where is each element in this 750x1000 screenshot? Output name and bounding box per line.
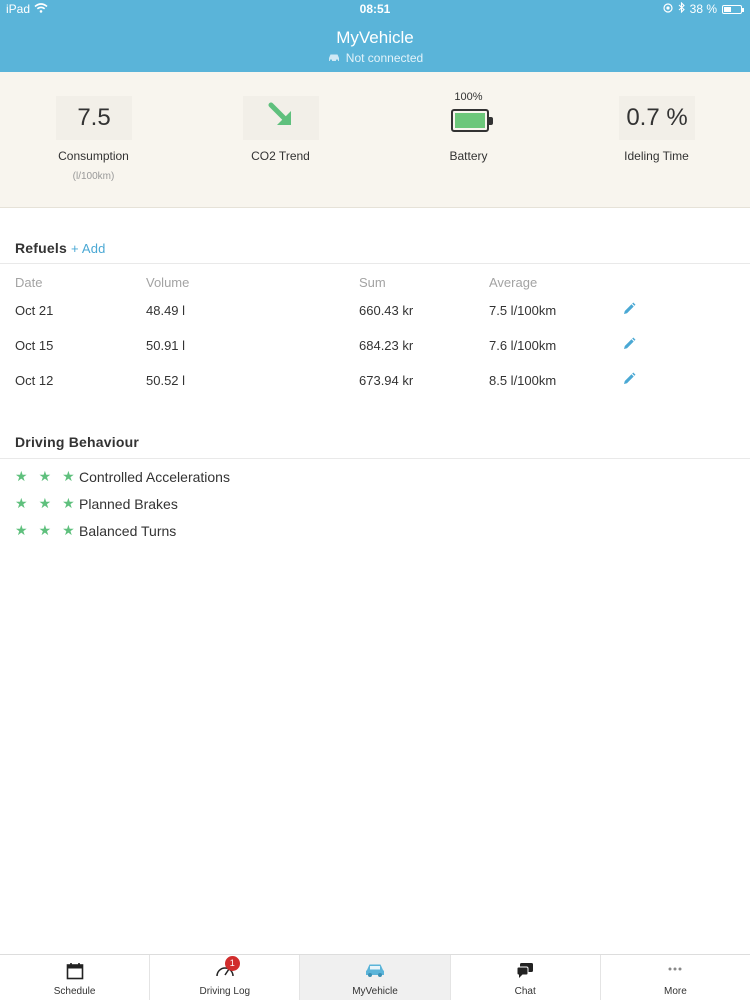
battery-level-text: 100% (454, 91, 483, 103)
more-icon (667, 962, 683, 979)
driving-behaviour-title: Driving Behaviour (15, 434, 139, 450)
column-volume: Volume (146, 275, 190, 290)
column-sum: Sum (359, 275, 386, 290)
pencil-icon[interactable] (622, 372, 636, 389)
consumption-label: Consumption (58, 149, 129, 163)
divider (0, 263, 750, 264)
tab-chat[interactable]: Chat (451, 955, 601, 1000)
behaviour-label: Balanced Turns (79, 523, 177, 539)
star-icon: ★ (38, 522, 52, 538)
pencil-icon[interactable] (622, 337, 636, 354)
column-average: Average (489, 275, 538, 290)
bluetooth-icon (678, 1, 685, 16)
behaviour-item: ★ ★ ★ Balanced Turns (0, 522, 750, 544)
tab-driving-log[interactable]: 1 Driving Log (150, 955, 301, 1000)
app: iPad 08:51 38 % MyVehicle Not connected … (0, 0, 750, 1000)
connection-status-text: Not connected (345, 51, 424, 65)
notification-badge: 1 (224, 956, 240, 971)
connection-status: Not connected (0, 51, 750, 65)
refuel-average: 7.5 l/100km (489, 303, 557, 318)
tab-bar: Schedule 1 Driving Log MyVehicle Chat Mo… (0, 954, 750, 1000)
refuel-sum: 684.23 kr (359, 338, 414, 353)
car-icon (327, 51, 341, 65)
consumption-unit: (l/100km) (72, 171, 115, 182)
behaviour-item: ★ ★ ★ Controlled Accelerations (0, 468, 750, 490)
behaviour-item: ★ ★ ★ Planned Brakes (0, 495, 750, 517)
arrow-down-right-icon (266, 100, 296, 137)
refuel-average: 7.6 l/100km (489, 338, 557, 353)
page-title: MyVehicle (336, 28, 414, 47)
refuel-sum: 660.43 kr (359, 303, 414, 318)
refuel-date: Oct 15 (15, 338, 54, 353)
tab-label: Chat (514, 986, 536, 997)
star-icon: ★ (15, 468, 28, 484)
star-rating: ★ ★ ★ (15, 468, 75, 485)
add-refuel-button[interactable]: + Add (71, 241, 106, 256)
idling-value: 0.7 % (619, 96, 695, 140)
star-rating: ★ ★ ★ (15, 495, 75, 512)
chat-icon (516, 962, 534, 982)
refuel-volume: 50.52 l (146, 373, 186, 388)
star-icon: ★ (62, 522, 75, 538)
refuel-average: 8.5 l/100km (489, 373, 557, 388)
refuels-title: Refuels + Add (15, 240, 106, 256)
tab-myvehicle[interactable]: MyVehicle (300, 955, 451, 1000)
star-icon: ★ (62, 495, 75, 511)
stat-consumption[interactable]: 7.5 Consumption (l/100km) (0, 72, 187, 208)
tab-label: More (664, 986, 687, 997)
behaviour-label: Planned Brakes (79, 496, 178, 512)
refuel-sum: 673.94 kr (359, 373, 414, 388)
co2-trend-label: CO2 Trend (251, 149, 310, 163)
co2-trend-tile (243, 96, 319, 140)
tab-label: Schedule (53, 986, 96, 997)
divider (0, 458, 750, 459)
calendar-icon (66, 962, 84, 983)
speedometer-icon: 1 (215, 956, 240, 981)
star-icon: ★ (38, 495, 52, 511)
car-icon (364, 962, 386, 981)
behaviour-label: Controlled Accelerations (79, 469, 230, 485)
tab-label: Driving Log (199, 986, 251, 997)
tab-more[interactable]: More (601, 955, 750, 1000)
tab-schedule[interactable]: Schedule (0, 955, 151, 1000)
star-icon: ★ (15, 522, 28, 538)
battery-level-icon (451, 109, 493, 132)
location-icon (663, 2, 673, 16)
refuel-volume: 48.49 l (146, 303, 186, 318)
header: iPad 08:51 38 % MyVehicle Not connected (0, 0, 750, 72)
star-icon: ★ (62, 468, 75, 484)
star-icon: ★ (38, 468, 52, 484)
status-time: 08:51 (359, 2, 391, 16)
stat-battery[interactable]: 100% Battery (375, 72, 562, 208)
star-icon: ★ (15, 495, 28, 511)
stat-co2-trend[interactable]: CO2 Trend (187, 72, 374, 208)
status-bar: iPad 08:51 38 % (0, 0, 750, 18)
battery-percent: 38 % (689, 2, 717, 16)
stat-idling-time[interactable]: 0.7 % Ideling Time (563, 72, 750, 208)
refuel-date: Oct 12 (15, 373, 54, 388)
battery-label: Battery (449, 149, 488, 163)
refuel-volume: 50.91 l (146, 338, 186, 353)
column-date: Date (15, 275, 43, 290)
vehicle-stats: 7.5 Consumption (l/100km) CO2 Trend 100%… (0, 72, 750, 208)
battery-icon (722, 4, 744, 14)
refuel-date: Oct 21 (15, 303, 54, 318)
tab-label: MyVehicle (352, 986, 398, 997)
consumption-value: 7.5 (56, 96, 132, 140)
star-rating: ★ ★ ★ (15, 522, 75, 539)
pencil-icon[interactable] (622, 302, 636, 319)
idling-label: Ideling Time (624, 149, 689, 163)
